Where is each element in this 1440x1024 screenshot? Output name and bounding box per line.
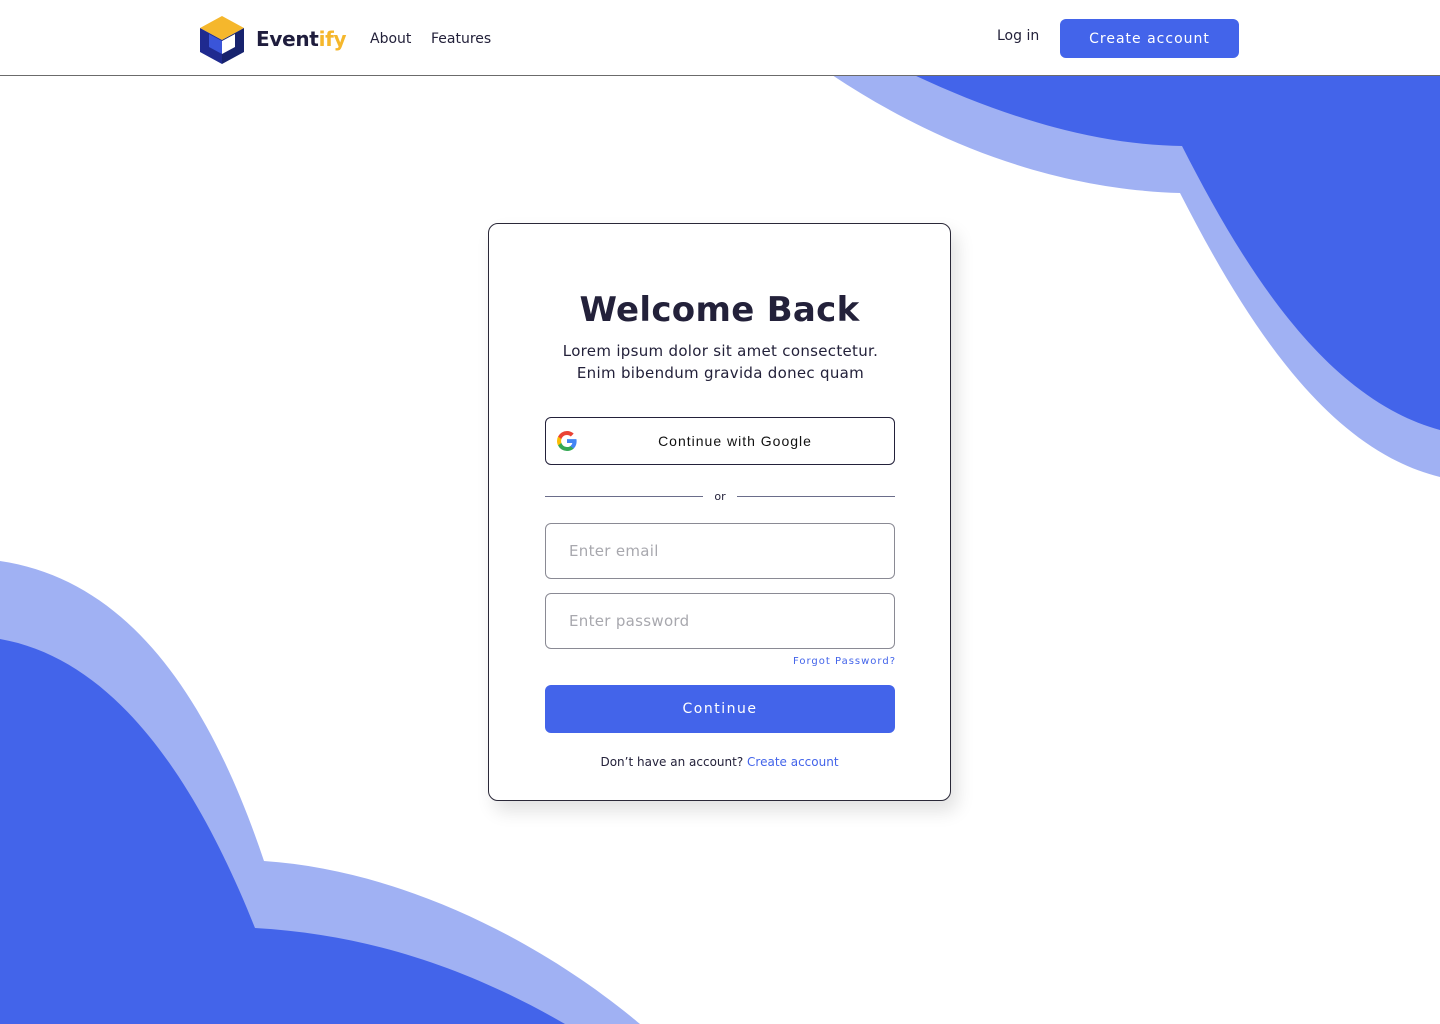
eventify-logo-icon[interactable] xyxy=(200,16,244,64)
nav-link-about[interactable]: About xyxy=(370,31,411,47)
login-card: Welcome Back Lorem ipsum dolor sit amet … xyxy=(488,223,951,801)
subtitle-line-1: Lorem ipsum dolor sit amet consectetur. xyxy=(562,342,879,360)
brand-wordmark[interactable]: Eventify xyxy=(256,27,347,51)
continue-button[interactable]: Continue xyxy=(545,685,895,733)
create-account-button[interactable]: Create account xyxy=(1060,19,1239,58)
subtitle-line-2: Enim bibendum gravida donec quam xyxy=(576,364,865,382)
page-title: Welcome Back xyxy=(579,290,860,330)
brand-name-part2: ify xyxy=(318,27,347,51)
google-button-label: Continue with Google xyxy=(658,433,812,449)
brand-name-part1: Event xyxy=(256,27,319,51)
divider-line-right xyxy=(737,496,895,497)
signup-prompt-row: Don’t have an account? Create account xyxy=(489,755,950,769)
top-navbar: Eventify About Features Log in Create ac… xyxy=(0,0,1440,76)
signup-prompt-text: Don’t have an account? xyxy=(600,755,744,769)
email-input[interactable] xyxy=(545,523,895,579)
or-divider: or xyxy=(545,488,895,506)
create-account-link[interactable]: Create account xyxy=(747,755,839,769)
subtitle: Lorem ipsum dolor sit amet consectetur. … xyxy=(529,340,912,384)
password-input[interactable] xyxy=(545,593,895,649)
login-link[interactable]: Log in xyxy=(997,28,1039,44)
nav-link-features[interactable]: Features xyxy=(431,31,491,47)
continue-with-google-button[interactable]: Continue with Google xyxy=(545,417,895,465)
forgot-password-link[interactable]: Forgot Password? xyxy=(793,656,896,667)
